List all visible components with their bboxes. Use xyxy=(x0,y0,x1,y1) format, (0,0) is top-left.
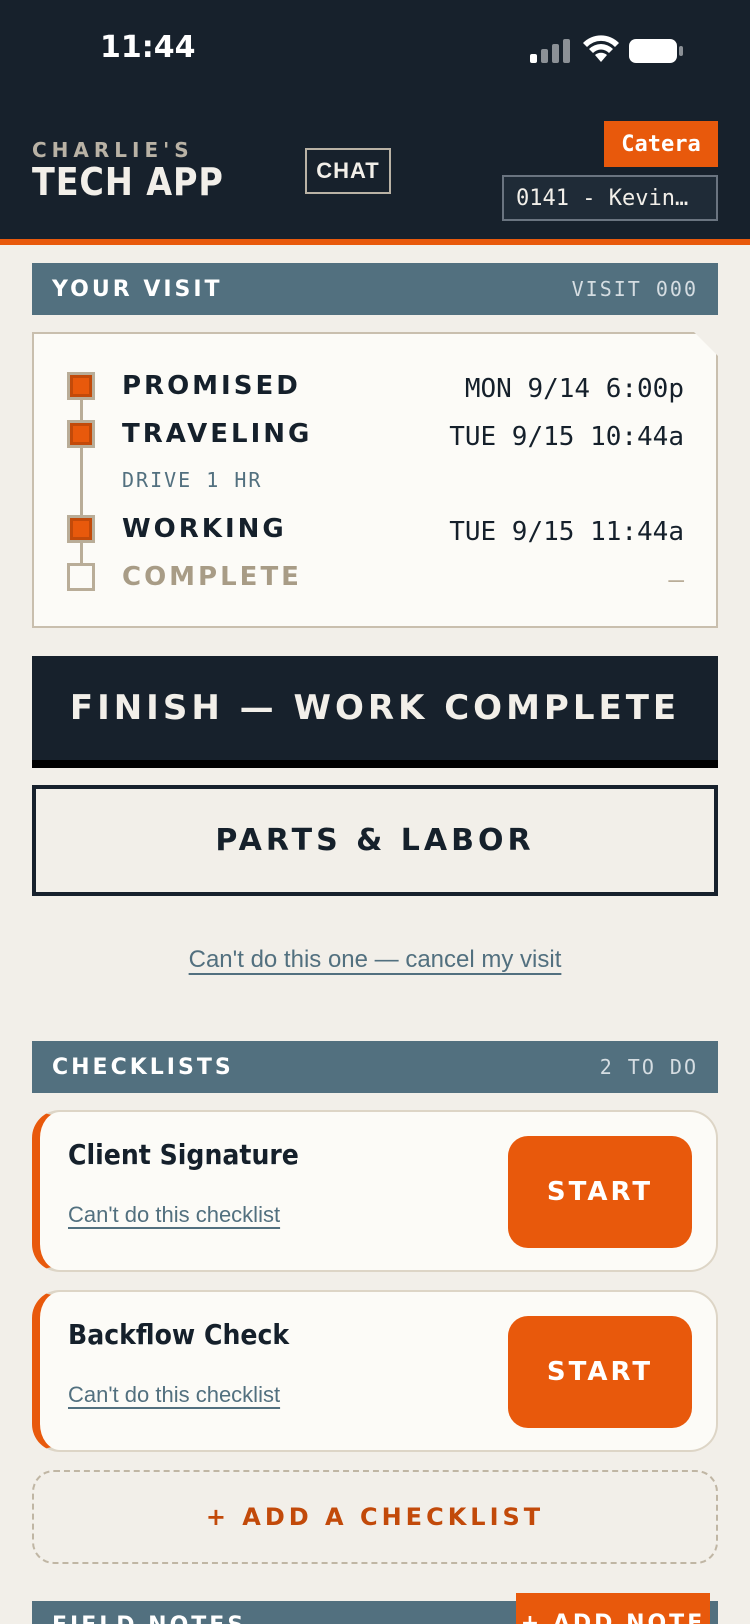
checklists-section-header: CHECKLISTS 2 TO DO xyxy=(32,1041,718,1093)
timeline-marker-traveling xyxy=(67,420,95,448)
timeline-marker-promised xyxy=(67,372,95,400)
checklist-card: Client Signature Can't do this checklist… xyxy=(32,1110,718,1272)
start-checklist-button[interactable]: START xyxy=(508,1316,692,1428)
add-note-button[interactable]: + ADD NOTE xyxy=(516,1593,710,1624)
job-selector[interactable]: 0141 - Kevin… xyxy=(502,175,718,221)
visit-id: VISIT 000 xyxy=(571,277,698,301)
brand-tagline: CHARLIE'S xyxy=(32,138,194,162)
timeline-time-working: TUE 9/15 11:44a xyxy=(449,517,684,547)
timeline-label-working: WORKING xyxy=(122,514,287,544)
visit-section-header: YOUR VISIT VISIT 000 xyxy=(32,263,718,315)
checklist-card: Backflow Check Can't do this checklist S… xyxy=(32,1290,718,1452)
status-bar: 11:44 xyxy=(0,0,750,100)
timeline-drive-estimate: DRIVE 1 HR xyxy=(122,468,263,492)
checklist-title: Backflow Check xyxy=(68,1318,290,1351)
visit-section-title: YOUR VISIT xyxy=(52,276,223,302)
company-badge[interactable]: Catera xyxy=(604,121,718,167)
parts-labor-button[interactable]: PARTS & LABOR xyxy=(32,785,718,896)
timeline-marker-working xyxy=(67,515,95,543)
checklists-count: 2 TO DO xyxy=(599,1055,698,1079)
status-time: 11:44 xyxy=(100,30,196,65)
wifi-icon xyxy=(583,35,619,62)
chat-button[interactable]: CHAT xyxy=(305,148,391,194)
timeline-label-traveling: TRAVELING xyxy=(122,419,313,449)
checklists-section-title: CHECKLISTS xyxy=(52,1054,234,1080)
timeline-label-complete: COMPLETE xyxy=(122,562,302,592)
timeline-marker-complete xyxy=(67,563,95,591)
finish-work-button[interactable]: FINISH — WORK COMPLETE xyxy=(32,656,718,768)
checklist-title: Client Signature xyxy=(68,1138,299,1171)
timeline-time-complete: — xyxy=(668,565,684,595)
timeline-time-promised: MON 9/14 6:00p xyxy=(464,374,684,404)
timeline-time-traveling: TUE 9/15 10:44a xyxy=(449,422,684,452)
skip-checklist-link[interactable]: Can't do this checklist xyxy=(68,1202,280,1228)
timeline-label-promised: PROMISED xyxy=(122,371,301,401)
battery-icon xyxy=(629,39,683,63)
cellular-signal-icon xyxy=(530,39,570,63)
add-checklist-button[interactable]: + ADD A CHECKLIST xyxy=(32,1470,718,1564)
field-notes-title: FIELD NOTES xyxy=(52,1613,246,1624)
timeline-connector xyxy=(80,382,83,582)
skip-checklist-link[interactable]: Can't do this checklist xyxy=(68,1382,280,1408)
app-header: CHARLIE'S TECH APP CHAT Catera 0141 - Ke… xyxy=(0,100,750,245)
cancel-visit-link[interactable]: Can't do this one — cancel my visit xyxy=(189,946,562,973)
app-title: TECH APP xyxy=(32,160,224,204)
cancel-visit-container: Can't do this one — cancel my visit xyxy=(0,946,750,974)
start-checklist-button[interactable]: START xyxy=(508,1136,692,1248)
field-notes-section-header: FIELD NOTES + ADD NOTE xyxy=(32,1593,718,1624)
visit-timeline-card: PROMISED MON 9/14 6:00p TRAVELING TUE 9/… xyxy=(32,332,718,628)
